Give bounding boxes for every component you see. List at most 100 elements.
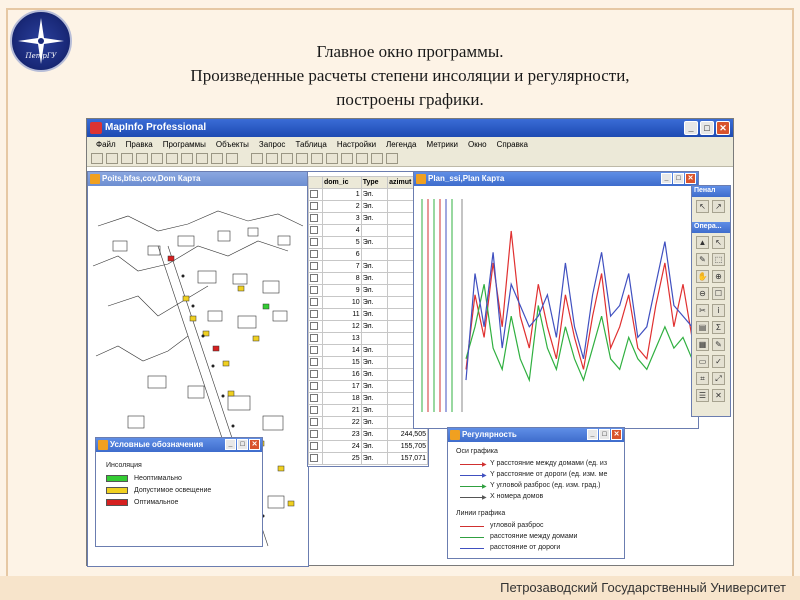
menu-item-8[interactable]: Метрики (421, 140, 463, 149)
tool-button-14[interactable]: ▭ (696, 355, 709, 368)
legend-window-titlebar[interactable]: Условные обозначения _ □ ✕ (96, 438, 262, 452)
row-checkbox[interactable] (310, 309, 318, 318)
tool-button-19[interactable]: ✕ (712, 389, 725, 402)
tool-button-15[interactable]: ✓ (712, 355, 725, 368)
row-checkbox[interactable] (310, 201, 318, 210)
table-row[interactable]: 21Эл.17 (308, 404, 428, 417)
row-checkbox[interactable] (310, 453, 318, 462)
row-checkbox[interactable] (310, 369, 318, 378)
menu-item-7[interactable]: Легенда (381, 140, 421, 149)
toolbar-button-0[interactable] (91, 153, 103, 164)
row-checkbox[interactable] (310, 237, 318, 246)
tool-button-18[interactable]: ☰ (696, 389, 709, 402)
tool-button-1[interactable]: ↖ (712, 236, 725, 249)
table-row[interactable]: 4 (308, 224, 428, 237)
table-row[interactable]: 15Эл.2 (308, 356, 428, 369)
tool-button-12[interactable]: ▦ (696, 338, 709, 351)
toolbar-button-10[interactable] (251, 153, 263, 164)
table-row[interactable]: 16Эл.24 (308, 368, 428, 381)
menu-item-10[interactable]: Справка (492, 140, 533, 149)
row-checkbox[interactable] (310, 213, 318, 222)
tool-button-2[interactable]: ✎ (696, 253, 709, 266)
table-header-type[interactable]: Type (360, 176, 389, 189)
tool-button-0[interactable]: ▲ (696, 236, 709, 249)
menu-item-1[interactable]: Правка (121, 140, 158, 149)
table-row[interactable]: 3Эл.1 (308, 212, 428, 225)
toolbar-button-12[interactable] (281, 153, 293, 164)
table-row[interactable]: 22Эл.15 (308, 416, 428, 429)
tool-button-17[interactable]: ⤢ (712, 372, 725, 385)
maximize-button[interactable]: □ (700, 121, 714, 135)
table-row[interactable]: 2Эл.15 (308, 200, 428, 213)
menu-item-0[interactable]: Файл (91, 140, 121, 149)
legend-maximize-button[interactable]: □ (237, 439, 248, 450)
legend-close-button[interactable]: ✕ (249, 439, 260, 450)
row-checkbox[interactable] (310, 285, 318, 294)
tool-button-4[interactable]: ✋ (696, 270, 709, 283)
row-checkbox[interactable] (310, 273, 318, 282)
table-row[interactable]: 1Эл.25 (308, 188, 428, 201)
menu-item-4[interactable]: Запрос (254, 140, 291, 149)
regularity-window-titlebar[interactable]: Регулярность _ □ ✕ (448, 428, 624, 442)
toolbar-button-18[interactable] (371, 153, 383, 164)
row-checkbox[interactable] (310, 321, 318, 330)
table-row[interactable]: 11Эл.15 (308, 308, 428, 321)
table-header-dom-id[interactable]: dom_ic (322, 176, 362, 189)
row-checkbox[interactable] (310, 333, 318, 342)
tool-button-10[interactable]: ▤ (696, 321, 709, 334)
chart-window-titlebar[interactable]: Plan_ssi,Plan Карта _ □ ✕ (414, 172, 698, 186)
tool-button-6[interactable]: ⊖ (696, 287, 709, 300)
table-row[interactable]: 24 Эл. 155,705 (308, 440, 428, 453)
row-checkbox[interactable] (310, 381, 318, 390)
toolbar-button-11[interactable] (266, 153, 278, 164)
toolbar-button-4[interactable] (151, 153, 163, 164)
row-checkbox[interactable] (310, 261, 318, 270)
tool-button-11[interactable]: Σ (712, 321, 725, 334)
table-row[interactable]: 23 Эл. 244,505 (308, 428, 428, 441)
row-checkbox[interactable] (310, 249, 318, 258)
pen-tool-2[interactable]: ↗ (712, 200, 725, 213)
toolbar-button-2[interactable] (121, 153, 133, 164)
regularity-close-button[interactable]: ✕ (611, 429, 622, 440)
toolbar-button-8[interactable] (211, 153, 223, 164)
row-checkbox[interactable] (310, 393, 318, 402)
row-checkbox[interactable] (310, 429, 318, 438)
regularity-maximize-button[interactable]: □ (599, 429, 610, 440)
toolbar-button-14[interactable] (311, 153, 323, 164)
map-window-titlebar[interactable]: Poits,bfas,cov,Dom Карта (88, 172, 308, 186)
tool-button-3[interactable]: ⬚ (712, 253, 725, 266)
table-row[interactable]: 17Эл.91 (308, 380, 428, 393)
row-checkbox[interactable] (310, 189, 318, 198)
tool-button-16[interactable]: ⌗ (696, 372, 709, 385)
table-row[interactable]: 9Эл.24 (308, 284, 428, 297)
browser-table-window[interactable]: dom_ic Type azimut 1Эл.252Эл.153Эл.145Эл… (307, 171, 429, 467)
table-row[interactable]: 8Эл.24 (308, 272, 428, 285)
chart-window[interactable]: Plan_ssi,Plan Карта _ □ ✕ (413, 171, 699, 429)
row-checkbox[interactable] (310, 225, 318, 234)
tool-button-7[interactable]: ☐ (712, 287, 725, 300)
chart-minimize-button[interactable]: _ (661, 173, 672, 184)
table-row[interactable]: 5Эл.15 (308, 236, 428, 249)
row-checkbox[interactable] (310, 345, 318, 354)
toolbar-button-19[interactable] (386, 153, 398, 164)
table-row[interactable]: 615 (308, 248, 428, 261)
toolbar-button-1[interactable] (106, 153, 118, 164)
toolbar-button-7[interactable] (196, 153, 208, 164)
row-checkbox[interactable] (310, 441, 318, 450)
row-checkbox[interactable] (310, 417, 318, 426)
table-row[interactable]: 12Эл.15 (308, 320, 428, 333)
ops-palette-titlebar[interactable]: Опера... (692, 222, 730, 233)
row-checkbox[interactable] (310, 405, 318, 414)
toolbar-button-15[interactable] (326, 153, 338, 164)
tool-button-13[interactable]: ✎ (712, 338, 725, 351)
table-row[interactable]: 14Эл.25 (308, 344, 428, 357)
toolbar-button-16[interactable] (341, 153, 353, 164)
close-button[interactable]: ✕ (716, 121, 730, 135)
toolbar-button-9[interactable] (226, 153, 238, 164)
toolbar-button-5[interactable] (166, 153, 178, 164)
tool-button-8[interactable]: ✂ (696, 304, 709, 317)
minimize-button[interactable]: _ (684, 121, 698, 135)
table-row[interactable]: 18Эл.24 (308, 392, 428, 405)
pen-palette-titlebar[interactable]: Пенал (692, 186, 730, 197)
table-row[interactable]: 7Эл.24 (308, 260, 428, 273)
